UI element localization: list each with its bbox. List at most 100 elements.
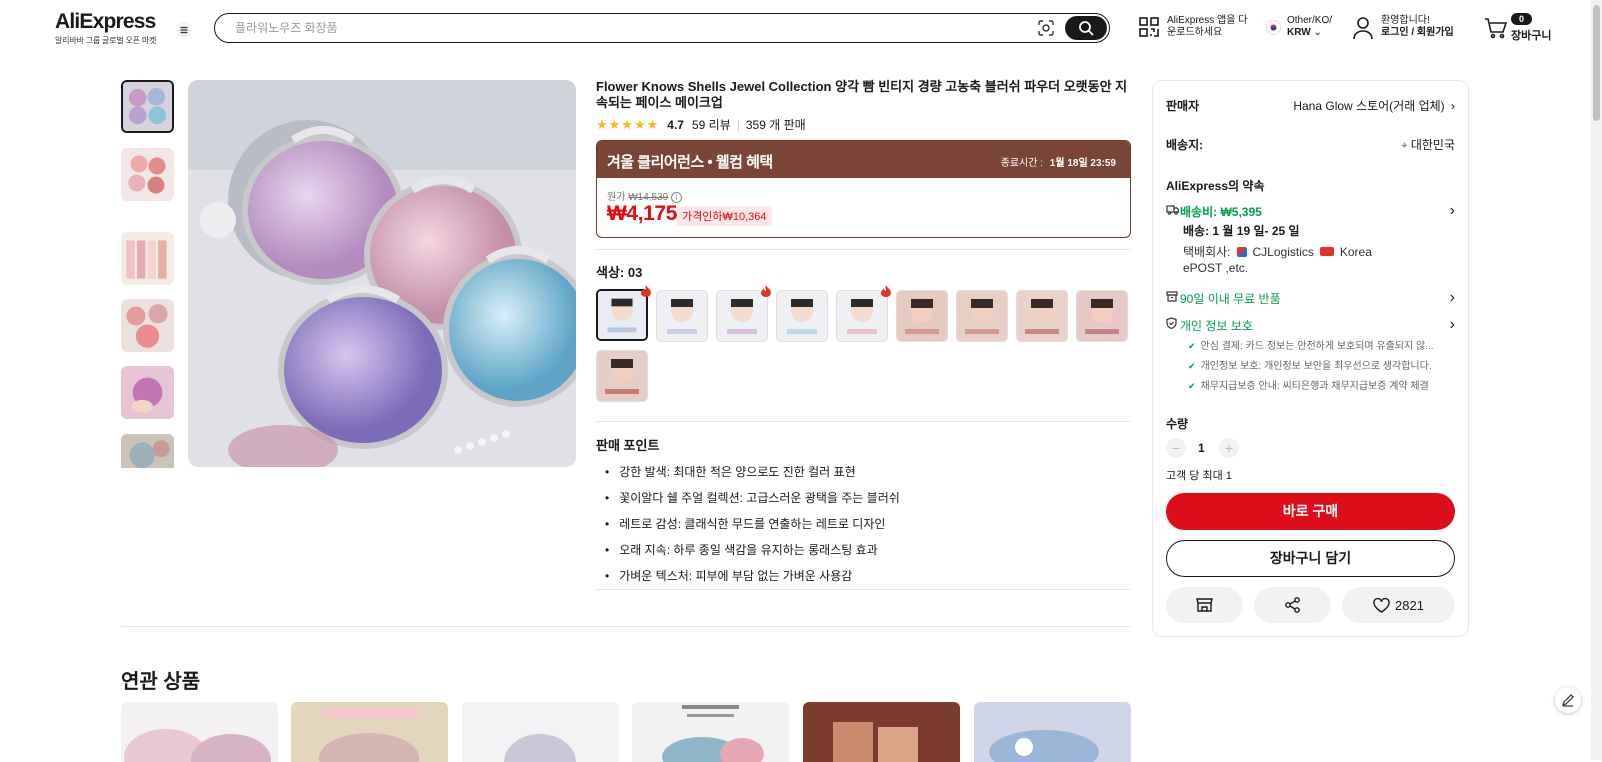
thumbnail-4[interactable]: [121, 299, 174, 352]
privacy-item: 채무지급보증 안내: 씨티은행과 채무지급보증 계약 체결: [1188, 377, 1429, 392]
app-download-link[interactable]: AliExpress 앱을 다 운로드하세요: [1167, 15, 1247, 39]
quantity-decrease-button[interactable]: −: [1166, 438, 1186, 458]
review-count[interactable]: 59 리뷰: [692, 116, 731, 133]
related-product-5[interactable]: [803, 702, 960, 762]
quantity-value[interactable]: 1: [1198, 441, 1205, 455]
seller-link[interactable]: Hana Glow 스토어(거래 업체) ›: [1280, 97, 1455, 114]
free-return-row[interactable]: 90일 이내 무료 반품 ›: [1166, 289, 1455, 307]
quantity-increase-button[interactable]: +: [1219, 438, 1239, 458]
share-button[interactable]: [1254, 587, 1331, 623]
korea-flag-icon: [1266, 20, 1281, 35]
courier-etc: ePOST ,etc.: [1183, 261, 1249, 275]
locale-selector[interactable]: Other/KO/ KRW ⌄: [1287, 15, 1332, 39]
camera-search-icon[interactable]: [1037, 19, 1055, 37]
color-swatch-7[interactable]: [956, 290, 1008, 342]
selling-point: 강한 발색: 최대한 적은 양으로도 진한 컬러 표현: [605, 459, 900, 485]
account-link[interactable]: 환영합니다! 로그인 / 회원가입: [1381, 15, 1454, 39]
color-swatch-8[interactable]: [1016, 290, 1068, 342]
thumbnail-3[interactable]: [121, 232, 174, 285]
selling-points-title: 판매 포인트: [596, 438, 660, 453]
related-product-3[interactable]: [462, 702, 619, 762]
privacy-item: 안심 결제: 카드 정보는 안전하게 보호되며 유출되지 않...: [1188, 337, 1434, 352]
related-product-6[interactable]: [974, 702, 1131, 762]
delivery-date: 배송: 1 월 19 일- 25 일: [1183, 224, 1300, 238]
deal-box: 겨울 클리어런스 • 웰컴 혜택 종료시간 : 1월 18일 23:59 원가 …: [596, 140, 1131, 238]
divider: [596, 249, 1131, 250]
search-bar: [214, 13, 1110, 43]
color-swatch-4[interactable]: [776, 290, 828, 342]
thumbnail-2[interactable]: [121, 148, 174, 201]
cart-icon[interactable]: [1484, 17, 1508, 39]
chevron-right-icon: ›: [1449, 202, 1455, 219]
thumbnail-1[interactable]: [121, 80, 174, 133]
courier-cj: CJLogistics: [1252, 244, 1314, 259]
chevron-right-icon: ›: [1449, 289, 1455, 306]
rating-value: 4.7: [667, 117, 684, 132]
divider: |: [736, 117, 740, 132]
return-box-icon: [1166, 289, 1180, 307]
color-swatch-9[interactable]: [1076, 290, 1128, 342]
star-rating-icon: ★★★★★: [596, 116, 660, 132]
share-icon: [1285, 597, 1300, 613]
ship-to-label: 배송지:: [1166, 138, 1204, 152]
cj-logo-icon: [1236, 246, 1247, 257]
color-swatch-6[interactable]: [896, 290, 948, 342]
related-product-1[interactable]: [121, 702, 278, 762]
related-product-2[interactable]: [291, 702, 448, 762]
edit-feedback-button[interactable]: [1555, 687, 1581, 713]
deal-end: 종료시간 : 1월 18일 23:59: [1001, 154, 1116, 169]
ship-to-country: 대한민국: [1410, 138, 1455, 152]
quantity-label: 수량: [1166, 417, 1189, 431]
deal-end-time: 1월 18일 23:59: [1049, 158, 1116, 169]
aliexpress-logo[interactable]: AliExpress 알리바바 그룹 글로벌 오픈 마켓: [55, 11, 156, 46]
color-swatch-10[interactable]: [596, 350, 648, 402]
store-button[interactable]: [1166, 587, 1243, 623]
fire-icon: [881, 284, 891, 302]
heart-icon: [1373, 597, 1390, 613]
buy-now-button[interactable]: 바로 구매: [1166, 493, 1455, 530]
privacy-item: 개인정보 보호: 개인정보 보안을 최우선으로 생각합니다.: [1188, 357, 1432, 372]
quantity-limit: 고객 당 최대 1: [1166, 470, 1232, 482]
search-icon: [1079, 21, 1094, 36]
search-button[interactable]: [1065, 16, 1107, 40]
fire-icon: [761, 284, 771, 302]
app-download-line2: 운로드하세요: [1167, 27, 1223, 38]
cart-label[interactable]: 장바구니: [1511, 27, 1551, 43]
add-to-cart-button[interactable]: 장바구니 담기: [1166, 540, 1455, 577]
related-product-4[interactable]: [632, 702, 789, 762]
product-title: Flower Knows Shells Jewel Collection 양각 …: [596, 79, 1128, 110]
welcome-text: 환영합니다!: [1381, 15, 1430, 26]
ship-to-selector[interactable]: ⌖ 대한민국: [1330, 136, 1455, 153]
thumbnail-5[interactable]: [121, 366, 174, 419]
store-icon: [1196, 598, 1213, 612]
chevron-down-icon: ⌄: [1313, 27, 1322, 38]
location-pin-icon: ⌖: [1401, 140, 1408, 152]
cart-count-badge: 0: [1511, 13, 1532, 25]
chevron-right-icon: ›: [1451, 99, 1455, 113]
login-signup: 로그인 / 회원가입: [1381, 27, 1454, 38]
user-icon[interactable]: [1352, 16, 1374, 40]
deal-title: 겨울 클리어런스 • 웰컴 혜택: [607, 154, 773, 171]
rating-row[interactable]: ★★★★★ 4.7 59 리뷰 | 359 개 판매: [596, 116, 806, 133]
selling-point: 가벼운 텍스처: 피부에 부담 없는 가벼운 사용감: [605, 563, 900, 589]
currency: KRW: [1287, 27, 1311, 38]
locale-language: Other/KO/: [1287, 15, 1333, 26]
original-price-row: 원가 ₩14,539 i: [607, 188, 682, 203]
fire-icon: [641, 284, 651, 302]
search-input[interactable]: [235, 18, 995, 38]
main-product-image[interactable]: [188, 80, 576, 467]
hamburger-menu-icon[interactable]: [176, 22, 192, 38]
scrollbar-thumb[interactable]: [1593, 5, 1600, 121]
shipping-fee-row[interactable]: 배송비: ₩5,395 ›: [1166, 202, 1455, 220]
privacy-row[interactable]: 개인 정보 보호 ›: [1166, 316, 1455, 334]
shipping-fee: 배송비: ₩5,395: [1180, 204, 1262, 219]
deal-banner: 겨울 클리어런스 • 웰컴 혜택 종료시간 : 1월 18일 23:59: [597, 141, 1130, 178]
color-swatch-2[interactable]: [656, 290, 708, 342]
thumbnail-6[interactable]: [121, 434, 174, 468]
discount-badge: 가격인하₩10,364: [677, 206, 772, 226]
wishlist-button[interactable]: 2821: [1342, 587, 1455, 623]
qr-code-icon[interactable]: [1138, 16, 1160, 38]
wishlist-count: 2821: [1395, 597, 1424, 613]
korea-post-logo-icon: [1319, 247, 1334, 256]
seller-label: 판매자: [1166, 99, 1200, 113]
